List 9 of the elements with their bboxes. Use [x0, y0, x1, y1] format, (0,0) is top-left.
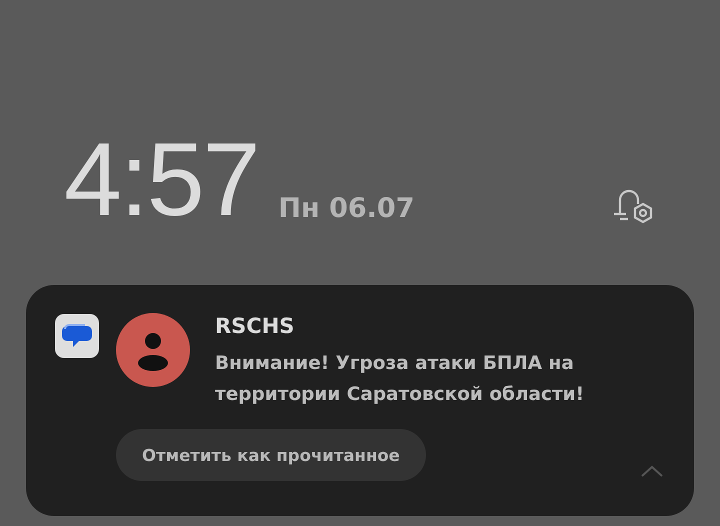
avatar-icon	[116, 313, 190, 387]
date: Пн 06.07	[278, 193, 414, 224]
collapse-chevron-icon[interactable]	[640, 464, 664, 478]
notification-message: Внимание! Угроза атаки БПЛА на территории Саратовской области!	[215, 352, 586, 407]
clock-time: 4:57	[64, 132, 258, 228]
messages-app-icon	[55, 314, 99, 358]
sender-name: RSCHS	[215, 314, 296, 338]
notification-card[interactable]: RSCHS Внимание! Угроза атаки БПЛА на территории Саратовской области! Отметить как прочитанное	[26, 285, 694, 516]
mark-read-button[interactable]: Отметить как прочитанное	[116, 429, 426, 481]
